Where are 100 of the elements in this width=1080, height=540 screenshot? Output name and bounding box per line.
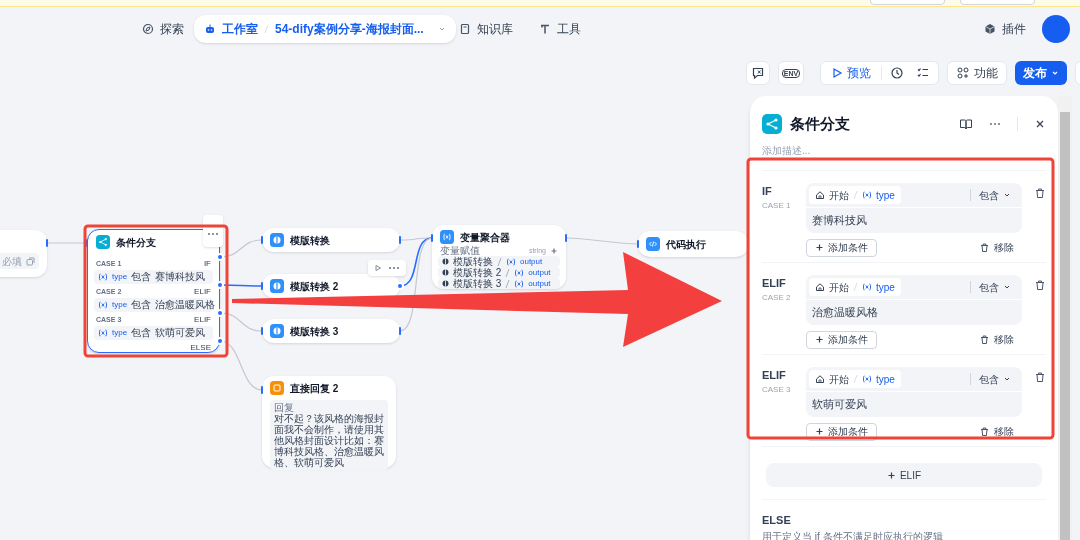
compass-icon xyxy=(142,22,154,35)
remove-button[interactable]: 移除 xyxy=(979,240,1014,255)
connection-handle[interactable] xyxy=(216,281,224,289)
connection-handle[interactable] xyxy=(399,236,401,244)
app-name[interactable]: 54-dify案例分享-海报封面... xyxy=(275,19,424,38)
trash-icon xyxy=(979,334,990,345)
play-icon xyxy=(831,67,843,79)
condition-value: 赛博科技风 xyxy=(155,272,206,282)
scrollbar[interactable] xyxy=(1058,96,1072,540)
plus-icon xyxy=(815,243,824,252)
connection-handle[interactable] xyxy=(261,282,263,290)
connection-handle[interactable] xyxy=(261,327,263,335)
connection-handle[interactable] xyxy=(431,234,433,242)
node-name: 模版转换 2 xyxy=(453,267,502,278)
reply-text: 对不起？该风格的海报封面我不会制作，请使用其他风格封面设计比如：赛博科技风格、治愈温暖风格、软萌可爱风 xyxy=(274,413,384,468)
plus-icon xyxy=(886,470,896,480)
more-icon[interactable] xyxy=(388,266,400,270)
condition-value: 软萌可爱风 xyxy=(811,397,868,412)
variable-icon xyxy=(98,329,108,337)
connection-handle[interactable] xyxy=(399,327,401,335)
operator-dropdown[interactable]: 包含 xyxy=(979,371,1011,387)
scrollbar-thumb[interactable] xyxy=(1060,112,1070,540)
connection-handle[interactable] xyxy=(565,234,567,242)
variable-chip[interactable]: 开始 type xyxy=(809,278,901,296)
variable-chip[interactable]: 开始 type xyxy=(809,370,901,388)
studio-tab[interactable]: 工作室 54-dify案例分享-海报封面... xyxy=(194,14,456,43)
slash-icon xyxy=(497,256,502,267)
variable-name: output xyxy=(528,266,551,279)
variable-name: output xyxy=(520,255,543,268)
hammer-icon xyxy=(539,22,551,35)
connection-handle[interactable] xyxy=(216,309,224,317)
reply-icon xyxy=(270,381,284,395)
slash-icon xyxy=(264,23,269,34)
nav-tab[interactable]: 知识库 xyxy=(453,14,519,43)
condition-value: 赛博科技风 xyxy=(811,213,868,228)
publish-button[interactable]: 发布 xyxy=(1015,61,1067,85)
branch-icon xyxy=(762,114,782,134)
checklist-chat-button[interactable] xyxy=(746,61,770,85)
connection-handle[interactable] xyxy=(637,240,639,248)
plugins-link[interactable]: 插件 xyxy=(984,14,1026,43)
description-field[interactable]: 添加描述... xyxy=(762,142,1046,158)
connection-handle[interactable] xyxy=(216,253,224,261)
connection-handle[interactable] xyxy=(86,239,88,247)
home-icon xyxy=(815,190,825,200)
nav-tab[interactable]: 工具 xyxy=(533,14,587,43)
add-condition-button[interactable]: 添加条件 xyxy=(806,330,877,349)
node-title: 直接回复 2 xyxy=(290,381,339,396)
avatar[interactable] xyxy=(1042,14,1070,43)
preview-button[interactable]: 预览 xyxy=(825,63,877,83)
template-icon xyxy=(270,324,284,338)
branch-icon xyxy=(96,235,110,249)
workflow-node[interactable]: 模版转换 xyxy=(262,228,400,252)
workflow-node[interactable]: 模版转换 3 xyxy=(262,319,400,343)
chevron-icon xyxy=(1003,283,1011,291)
source-label: 开始 xyxy=(829,188,849,203)
node-icon xyxy=(442,269,449,276)
features-button[interactable]: 功能 xyxy=(947,61,1007,85)
nav-tab[interactable]: 探索 xyxy=(136,14,190,43)
variable-icon xyxy=(98,301,108,309)
help-book-icon[interactable] xyxy=(959,117,973,131)
node-name: 模版转换 3 xyxy=(453,278,502,289)
variable-name: type xyxy=(112,299,128,311)
connection-handle[interactable] xyxy=(261,386,263,394)
plus-icon xyxy=(815,335,824,344)
case-label: CASE 3 xyxy=(762,383,792,396)
operator-label: 包含 xyxy=(131,328,152,338)
workflow-node[interactable]: 模版转换 2 xyxy=(262,274,400,298)
connection-handle[interactable] xyxy=(216,337,224,345)
add-condition-button[interactable]: 添加条件 xyxy=(806,238,877,257)
add-icon[interactable] xyxy=(550,247,558,255)
more-icon[interactable] xyxy=(989,122,1001,126)
branch-label: ELIF xyxy=(762,368,787,383)
connection-handle[interactable] xyxy=(396,282,404,290)
workflow-node[interactable]: 代码执行 xyxy=(638,231,748,257)
slash-icon xyxy=(853,282,858,292)
variable-chip[interactable]: 开始 type xyxy=(809,186,901,204)
case-label: CASE 2 xyxy=(762,291,792,304)
variable-name: type xyxy=(112,271,128,283)
connection-handle[interactable] xyxy=(261,236,263,244)
add-elif-button[interactable]: ELIF xyxy=(766,463,1042,487)
workflow-node[interactable]: 直接回复 2 回复 对不起？该风格的海报封面我不会制作，请使用其他风格封面设计比如：赛博科技风格、治愈温暖风格、软萌可爱风 xyxy=(262,376,396,468)
reply-label: 回复 xyxy=(274,402,295,413)
more-icon xyxy=(207,232,219,236)
node-icon xyxy=(442,258,449,265)
branch-label: ELSE xyxy=(190,342,211,354)
condition-value: 治愈温暖风格 xyxy=(155,300,216,310)
remove-button[interactable]: 移除 xyxy=(979,424,1014,439)
connection-handle[interactable] xyxy=(46,239,48,247)
close-icon[interactable] xyxy=(1034,118,1046,130)
branch-label: ELIF xyxy=(194,314,211,326)
run-icon[interactable] xyxy=(374,264,382,272)
operator-dropdown[interactable]: 包含 xyxy=(979,187,1011,203)
remove-button[interactable]: 移除 xyxy=(979,332,1014,347)
cube-icon xyxy=(984,22,996,35)
condition-value: 软萌可爱风 xyxy=(155,328,206,338)
variable-icon xyxy=(506,257,516,266)
trash-icon xyxy=(979,426,990,437)
home-icon xyxy=(815,374,825,384)
variable-icon xyxy=(514,268,525,277)
operator-dropdown[interactable]: 包含 xyxy=(979,279,1011,295)
